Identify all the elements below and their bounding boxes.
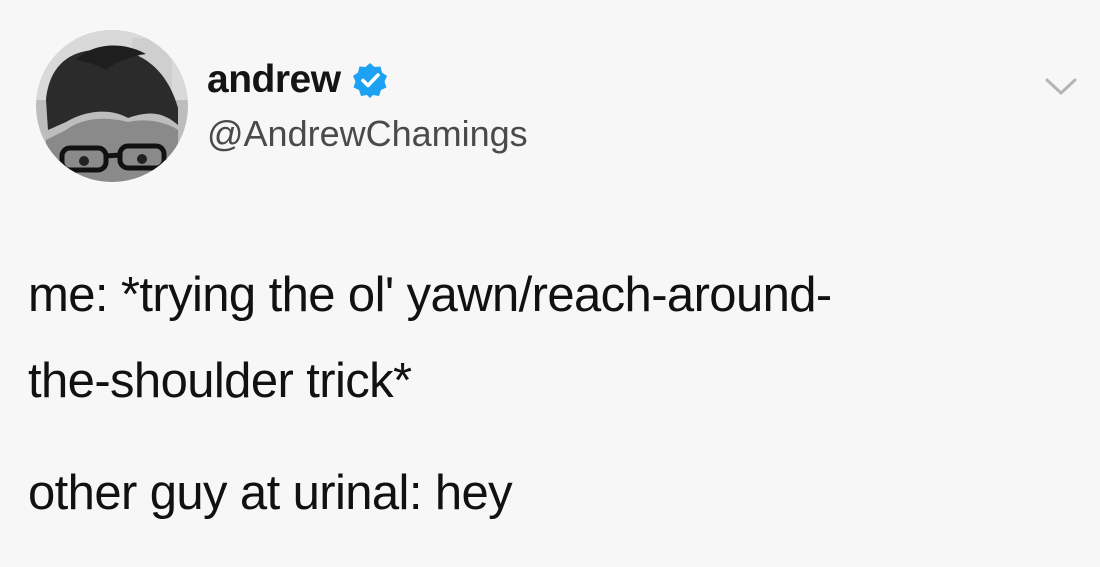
author-handle[interactable]: @AndrewChamings	[207, 112, 528, 156]
tweet-card: andrew @AndrewChamings me: *trying the o…	[0, 0, 1100, 567]
tweet-text-line: other guy at urinal: hey	[28, 466, 513, 520]
author-display-name[interactable]: andrew	[207, 58, 341, 102]
chevron-down-icon[interactable]	[1044, 76, 1078, 98]
tweet-text-line: me: *trying the ol' yawn/reach-around-	[28, 268, 832, 322]
avatar-photo	[36, 30, 188, 182]
tweet-text-line: the-shoulder trick*	[28, 354, 412, 408]
author-name-row[interactable]: andrew	[207, 58, 389, 102]
verified-badge-icon	[351, 61, 389, 99]
avatar[interactable]	[36, 30, 188, 182]
tweet-text: me: *trying the ol' yawn/reach-around- t…	[28, 252, 1078, 536]
